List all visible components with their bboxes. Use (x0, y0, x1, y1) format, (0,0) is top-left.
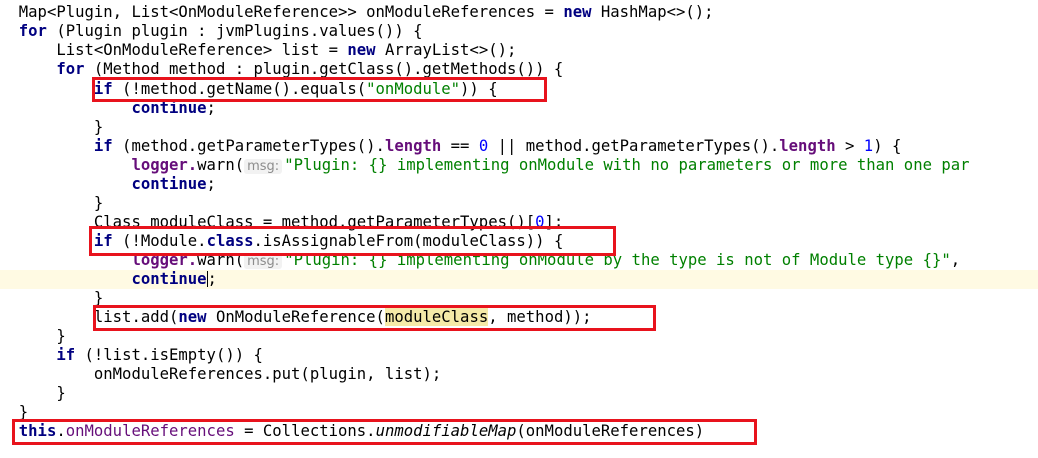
code-text: } (93, 118, 104, 136)
code-text: Map<Plugin, List<OnModuleReference>> onM… (18, 3, 564, 21)
code-text: , (950, 251, 961, 269)
code-text: ; (207, 270, 217, 288)
keyword: if (56, 346, 76, 364)
code-text: (Plugin plugin : jvmPlugins.values()) { (46, 22, 423, 40)
code-line-2: for (Plugin plugin : jvmPlugins.values()… (0, 22, 1038, 41)
code-text: List<OnModuleReference> list = (56, 41, 348, 59)
code-line-19: if (!list.isEmpty()) { (0, 346, 1038, 365)
code-line-7: } (0, 118, 1038, 137)
code-text: warn( (197, 156, 245, 174)
code-text: ; (206, 175, 216, 193)
code-text: HashMap<>(); (591, 3, 714, 21)
keyword: continue (131, 175, 207, 193)
annotation-box-list-add (93, 305, 656, 331)
string-literal: "Plugin: {} implementing onModule with n… (284, 156, 970, 174)
code-text: ArrayList<>(); (375, 41, 517, 59)
field-reference: length (384, 137, 442, 155)
keyword: for (18, 22, 47, 40)
code-text: } (56, 327, 66, 345)
code-text: ) { (873, 137, 902, 155)
parameter-hint: msg: (244, 159, 283, 174)
number-literal: 0 (478, 137, 489, 155)
annotation-box-onmodule-check (92, 77, 547, 102)
keyword: new (563, 3, 592, 21)
annotation-box-unmodifiable-map (12, 419, 757, 445)
annotation-box-module-type-check (89, 226, 616, 256)
parameter-hint: msg: (244, 254, 283, 269)
number-literal: 1 (863, 137, 874, 155)
code-line-20: onModuleReferences.put(plugin, list); (0, 365, 1038, 384)
code-text: } (93, 194, 104, 212)
code-text: (!list.isEmpty()) { (75, 346, 263, 364)
keyword: for (56, 60, 85, 78)
code-line-1: Map<Plugin, List<OnModuleReference>> onM… (0, 3, 1038, 22)
code-line-9: logger.warn(msg: "Plugin: {} implementing… (0, 156, 1038, 175)
field-reference: logger. (131, 156, 198, 174)
code-line-3: List<OnModuleReference> list = new Array… (0, 41, 1038, 60)
code-line-15-current: continue; (0, 270, 1038, 289)
keyword: continue (131, 270, 207, 288)
code-text: || method.getParameterTypes(). (488, 137, 780, 155)
code-text: == (441, 137, 479, 155)
code-line-10: continue; (0, 175, 1038, 194)
code-text: (method.getParameterTypes(). (112, 137, 385, 155)
code-text: onModuleReferences.put(plugin, list); (93, 365, 442, 383)
code-line-8: if (method.getParameterTypes().length ==… (0, 137, 1038, 156)
code-text: > (835, 137, 864, 155)
code-text: } (56, 384, 66, 402)
code-text: (Method method : plugin.getClass().getMe… (84, 60, 564, 78)
code-line-21: } (0, 384, 1038, 403)
keyword: new (347, 41, 376, 59)
field-reference: length (779, 137, 836, 155)
keyword: if (93, 137, 113, 155)
code-line-11: } (0, 194, 1038, 213)
